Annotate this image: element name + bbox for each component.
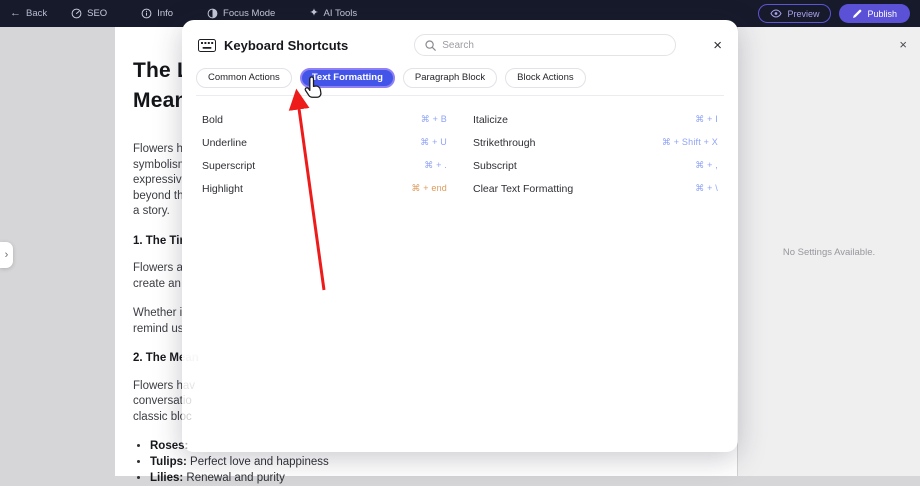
chevron-right-icon: › (5, 249, 9, 261)
shortcut-keys: ⌘ + . (424, 160, 447, 171)
shortcuts-grid: Bold ⌘ + B Italicize ⌘ + I Underline ⌘ +… (182, 96, 738, 200)
shortcut-row: Italicize ⌘ + I (473, 108, 718, 131)
publish-label: Publish (867, 9, 897, 19)
info-icon (141, 8, 152, 19)
tab-text-formatting[interactable]: Text Formatting (300, 68, 395, 88)
modal-tabs: Common Actions Text Formatting Paragraph… (196, 64, 724, 96)
shortcut-keys: ⌘ + U (420, 137, 447, 148)
shortcut-row: Underline ⌘ + U (202, 131, 447, 154)
topbar-item-label: SEO (87, 8, 107, 19)
shortcut-label: Bold (202, 114, 223, 126)
modal-header: Keyboard Shortcuts × (182, 20, 738, 64)
back-arrow-icon: ← (10, 8, 21, 19)
shortcut-keys: ⌘ + end (411, 183, 447, 194)
search-box[interactable] (414, 34, 676, 56)
eye-icon (770, 9, 782, 18)
topbar-item-ai-tools[interactable]: ✦ AI Tools (309, 8, 357, 19)
bullet-text: Perfect love and happiness (187, 456, 329, 468)
bullet-text: Renewal and purity (183, 472, 285, 484)
shortcut-row: Strikethrough ⌘ + Shift + X (473, 131, 718, 154)
pen-icon (852, 9, 862, 19)
topbar-actions: Preview Publish (758, 4, 910, 23)
shortcut-row: Bold ⌘ + B (202, 108, 447, 131)
bullet-term: Tulips: (150, 456, 187, 468)
preview-label: Preview (787, 9, 819, 19)
keyboard-icon (198, 39, 216, 52)
shortcut-label: Highlight (202, 183, 243, 195)
publish-button[interactable]: Publish (839, 4, 910, 23)
shortcut-row: Highlight ⌘ + end (202, 177, 447, 200)
no-settings-text: No Settings Available. (738, 247, 920, 258)
panel-close-icon[interactable]: × (899, 38, 907, 51)
shortcut-keys: ⌘ + , (695, 160, 718, 171)
shortcut-row: Clear Text Formatting ⌘ + \ (473, 177, 718, 200)
topbar-item-focus-mode[interactable]: Focus Mode (207, 8, 275, 19)
sparkle-icon: ✦ (309, 8, 318, 19)
contrast-icon (207, 8, 218, 19)
tab-common-actions[interactable]: Common Actions (196, 68, 292, 88)
back-button[interactable]: ← Back (10, 8, 47, 19)
topbar-item-label: Info (157, 8, 173, 19)
back-label: Back (26, 8, 47, 19)
shortcut-row: Subscript ⌘ + , (473, 154, 718, 177)
tab-paragraph-block[interactable]: Paragraph Block (403, 68, 497, 88)
shortcut-label: Strikethrough (473, 137, 535, 149)
shortcut-row: Superscript ⌘ + . (202, 154, 447, 177)
expand-panel-handle[interactable]: › (0, 242, 13, 268)
topbar-item-info[interactable]: Info (141, 8, 173, 19)
shortcut-keys: ⌘ + Shift + X (662, 137, 718, 148)
modal-close-icon[interactable]: × (713, 38, 722, 53)
settings-panel: × No Settings Available. (737, 27, 920, 476)
gauge-icon (71, 8, 82, 19)
list-item: Lilies: Renewal and purity (150, 470, 693, 486)
shortcut-label: Italicize (473, 114, 508, 126)
shortcut-keys: ⌘ + B (421, 114, 447, 125)
shortcut-label: Underline (202, 137, 247, 149)
shortcut-label: Subscript (473, 160, 517, 172)
preview-button[interactable]: Preview (758, 4, 831, 23)
shortcut-label: Clear Text Formatting (473, 183, 573, 195)
bullet-term: Lilies: (150, 472, 183, 484)
tab-block-actions[interactable]: Block Actions (505, 68, 586, 88)
topbar-item-label: AI Tools (324, 8, 358, 19)
topbar-item-seo[interactable]: SEO (71, 8, 107, 19)
search-icon (425, 40, 436, 51)
search-input[interactable] (442, 35, 675, 55)
modal-title: Keyboard Shortcuts (224, 38, 348, 53)
shortcut-keys: ⌘ + \ (695, 183, 718, 194)
topbar-item-label: Focus Mode (223, 8, 275, 19)
list-item: Tulips: Perfect love and happiness (150, 454, 693, 470)
keyboard-shortcuts-modal: Keyboard Shortcuts × Common Actions Text… (182, 20, 738, 452)
shortcut-keys: ⌘ + I (695, 114, 718, 125)
shortcut-label: Superscript (202, 160, 255, 172)
